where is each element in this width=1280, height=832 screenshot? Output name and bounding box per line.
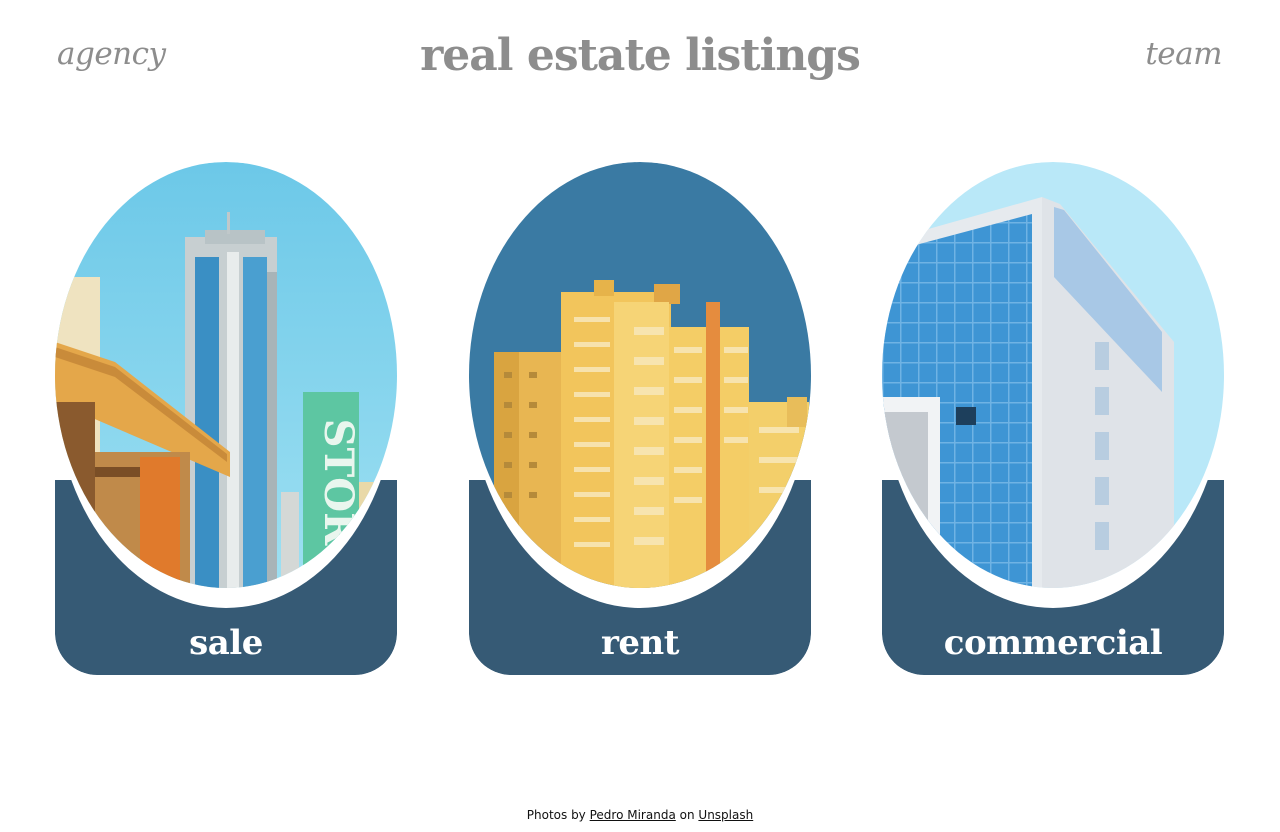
photo-credit: Photos by Pedro Miranda on Unsplash <box>0 808 1280 822</box>
page-title: real estate listings <box>420 30 861 81</box>
nav-link-team[interactable]: team <box>1145 36 1222 72</box>
card-label-commercial: commercial <box>943 623 1163 663</box>
category-card-commercial[interactable]: commercial <box>882 162 1224 675</box>
category-card-sale[interactable]: STOR sale <box>55 162 397 675</box>
source-link[interactable]: Unsplash <box>698 808 753 822</box>
category-card-rent[interactable]: rent <box>469 162 811 675</box>
credit-middle: on <box>679 808 695 822</box>
credit-prefix: Photos by <box>526 808 586 822</box>
commercial-building-photo <box>882 162 1224 588</box>
card-label-sale: sale <box>189 623 263 663</box>
sale-building-photo: STOR <box>55 162 397 588</box>
top-navigation: agency real estate listings team <box>0 0 1280 110</box>
card-label-rent: rent <box>601 623 679 663</box>
rent-building-photo <box>469 162 811 588</box>
author-link[interactable]: Pedro Miranda <box>590 808 676 822</box>
